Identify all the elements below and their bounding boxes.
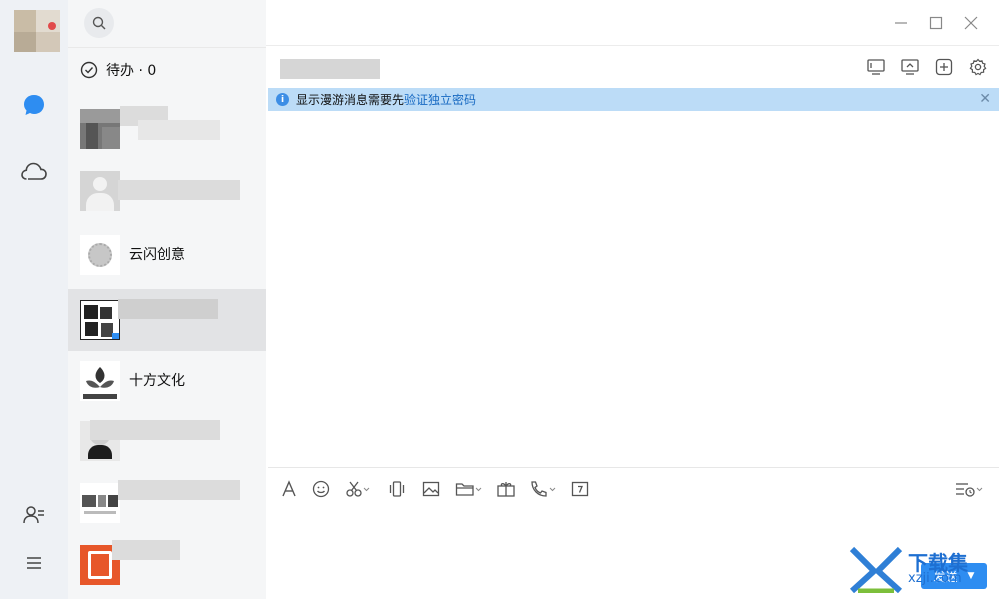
- gift-button[interactable]: [496, 478, 516, 500]
- verify-password-link[interactable]: 验证独立密码: [404, 91, 476, 108]
- minimize-button[interactable]: [890, 12, 912, 34]
- close-icon[interactable]: ✕: [979, 91, 991, 107]
- check-circle-icon: [80, 61, 98, 78]
- watermark-url: xzji.com: [908, 571, 962, 586]
- list-item[interactable]: [68, 534, 266, 596]
- folder-icon: [455, 483, 482, 496]
- user-avatar[interactable]: [14, 10, 60, 52]
- avatar: [80, 361, 120, 401]
- gear-icon: [969, 58, 987, 76]
- list-item[interactable]: [68, 289, 266, 351]
- settings-button[interactable]: [967, 56, 989, 78]
- maximize-icon: [929, 16, 943, 30]
- watermark: 下载集 xzji.com: [848, 545, 998, 595]
- calendar-icon: [571, 481, 589, 497]
- cloud-icon[interactable]: [19, 156, 49, 186]
- contacts-icon[interactable]: [19, 500, 49, 530]
- left-rail: [0, 0, 68, 599]
- shake-button[interactable]: [388, 478, 406, 500]
- font-button[interactable]: [280, 478, 298, 500]
- screen-share-button[interactable]: [865, 56, 887, 78]
- emoji-button[interactable]: [312, 478, 330, 500]
- calendar-button[interactable]: [571, 478, 589, 500]
- close-button[interactable]: [960, 12, 982, 34]
- list-item[interactable]: 云闪创意: [68, 224, 266, 286]
- add-icon: [935, 58, 953, 76]
- screen-icon: [867, 59, 885, 75]
- message-area[interactable]: [268, 111, 999, 467]
- gift-icon: [497, 482, 515, 497]
- blurred-name: [90, 420, 220, 440]
- avatar: [80, 109, 120, 149]
- chat-bubble-icon[interactable]: [19, 90, 49, 120]
- contact-name: 云闪创意: [129, 247, 185, 263]
- vibrate-icon: [389, 481, 405, 497]
- blurred-name: [118, 180, 240, 200]
- avatar: [80, 235, 120, 275]
- list-item[interactable]: [68, 160, 266, 222]
- contact-name: 十方文化: [129, 373, 185, 389]
- title-bar: [266, 0, 999, 46]
- blurred-name: [118, 480, 240, 500]
- todo-label: 待办 · 0: [106, 62, 157, 79]
- screenshot-button[interactable]: [345, 478, 371, 500]
- roaming-message-banner: i 显示漫游消息需要先 验证独立密码 ✕: [268, 88, 999, 111]
- info-icon: i: [276, 93, 289, 106]
- conversation-list: 待办 · 0 云闪创意 十方文化: [68, 0, 266, 599]
- minimize-icon: [895, 22, 907, 24]
- menu-icon[interactable]: [19, 548, 49, 578]
- search-icon: [92, 16, 106, 30]
- message-history-button[interactable]: [955, 478, 985, 500]
- emoji-icon: [312, 480, 330, 498]
- list-item[interactable]: [68, 98, 266, 160]
- todo-entry[interactable]: 待办 · 0: [68, 47, 266, 91]
- watermark-logo-icon: [849, 546, 903, 593]
- phone-icon: [531, 481, 556, 497]
- add-member-button[interactable]: [933, 56, 955, 78]
- banner-text: 显示漫游消息需要先: [296, 93, 405, 107]
- chat-title: [280, 59, 380, 79]
- blurred-name: [138, 120, 220, 140]
- list-item[interactable]: 十方文化: [68, 350, 266, 412]
- blurred-name: [118, 299, 218, 319]
- remote-desktop-icon: [901, 59, 919, 75]
- close-icon: [964, 16, 978, 30]
- blurred-name: [112, 540, 180, 560]
- history-icon: [956, 483, 983, 497]
- avatar: [80, 300, 120, 340]
- list-item[interactable]: [68, 410, 266, 472]
- list-item[interactable]: [68, 472, 266, 534]
- search-button[interactable]: [84, 8, 114, 38]
- call-button[interactable]: [529, 478, 557, 500]
- image-button[interactable]: [422, 478, 440, 500]
- font-icon: [282, 480, 296, 497]
- avatar: [80, 171, 120, 211]
- scissors-icon: [346, 481, 370, 497]
- avatar: [80, 483, 120, 523]
- chat-header: [266, 47, 999, 87]
- maximize-button[interactable]: [925, 12, 947, 34]
- remote-desktop-button[interactable]: [899, 56, 921, 78]
- file-button[interactable]: [455, 478, 483, 500]
- image-icon: [422, 481, 440, 497]
